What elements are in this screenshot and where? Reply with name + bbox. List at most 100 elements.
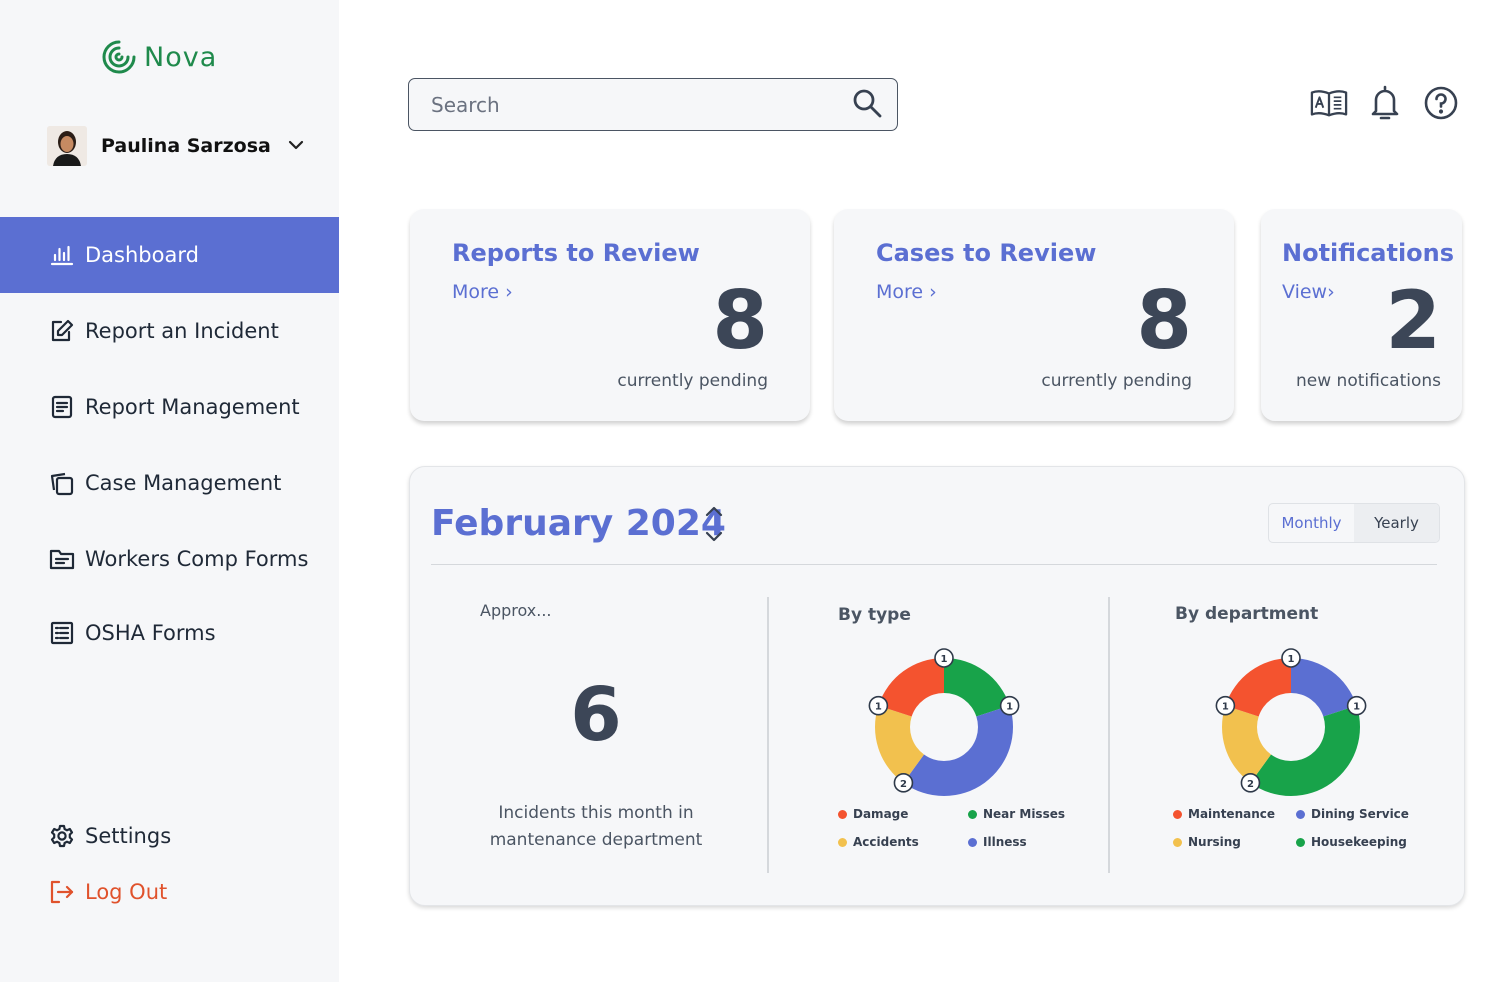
legend-item: Near Misses (968, 807, 1078, 821)
logout-button[interactable]: Log Out (49, 872, 171, 912)
legend-item: Nursing (1173, 835, 1296, 849)
sidebar-item-osha-forms[interactable]: OSHA Forms (0, 597, 339, 669)
sidebar-item-report-incident[interactable]: Report an Incident (0, 293, 339, 369)
sidebar-item-label: Case Management (85, 471, 282, 495)
legend-label: Housekeeping (1311, 835, 1407, 849)
legend-label: Illness (983, 835, 1027, 849)
legend-item: Illness (968, 835, 1078, 849)
card-title: Reports to Review (452, 239, 700, 267)
user-menu[interactable]: Paulina Sarzosa (47, 126, 304, 166)
by-department-donut-chart: 1 2 1 1 (1215, 648, 1367, 796)
reports-to-review-card: Reports to Review More › 8 currently pen… (410, 209, 810, 421)
legend-label: Maintenance (1188, 807, 1276, 821)
notifications-count: 2 (1385, 274, 1441, 367)
column-divider (767, 597, 769, 873)
card-subtitle: currently pending (1041, 371, 1192, 391)
cases-count: 8 (1136, 274, 1192, 367)
notifications-view-link[interactable]: View› (1282, 281, 1335, 303)
sidebar-item-label: Dashboard (85, 243, 199, 267)
app-name: Nova (144, 41, 218, 73)
legend-dot (1173, 837, 1182, 847)
card-subtitle: currently pending (617, 371, 768, 391)
document-icon (49, 394, 75, 420)
card-subtitle: new notifications (1296, 371, 1441, 391)
avatar (47, 126, 87, 166)
by-type-legend: Damage Near Misses Accidents Illness (838, 807, 1078, 849)
chevron-down-icon[interactable] (287, 136, 305, 158)
column-divider (1108, 597, 1110, 873)
donut-slice-maintenance[interactable] (1225, 658, 1291, 717)
donut-slice-near-misses[interactable] (944, 658, 1010, 717)
legend-dot (968, 837, 977, 847)
logout-icon (49, 879, 75, 905)
donut-slice-illness[interactable] (903, 705, 1013, 796)
panel-divider (431, 564, 1437, 565)
sort-arrows-icon[interactable] (703, 505, 725, 549)
sidebar-item-label: Report Management (85, 395, 300, 419)
legend-item: Housekeeping (1296, 835, 1416, 849)
data-label: 2 (900, 779, 907, 790)
folder-icon (49, 546, 75, 572)
sidebar-bottom: Settings Log Out (49, 816, 171, 928)
legend-dot (838, 837, 847, 847)
bar-chart-icon (49, 242, 75, 268)
settings-button[interactable]: Settings (49, 816, 171, 856)
legend-dot (1296, 809, 1305, 819)
sidebar-item-workers-comp[interactable]: Workers Comp Forms (0, 521, 339, 597)
card-title: Cases to Review (876, 239, 1097, 267)
legend-item: Accidents (838, 835, 968, 849)
donut-slice-dining-service[interactable] (1291, 658, 1357, 717)
settings-label: Settings (85, 824, 172, 848)
search-input[interactable] (431, 92, 851, 117)
month-title: February 2024 (431, 503, 726, 544)
search-bar[interactable] (408, 78, 898, 131)
sidebar-item-case-management[interactable]: Case Management (0, 445, 339, 521)
legend-item: Damage (838, 807, 968, 821)
help-icon[interactable] (1422, 84, 1460, 122)
notifications-card: Notifications View› 2 new notifications (1261, 209, 1462, 421)
by-type-donut-chart: 1 2 1 1 (868, 648, 1020, 796)
legend-label: Nursing (1188, 835, 1241, 849)
legend-label: Accidents (853, 835, 919, 849)
legend-label: Damage (853, 807, 909, 821)
sidebar-item-label: Report an Incident (85, 319, 279, 343)
donut-slice-housekeeping[interactable] (1250, 705, 1360, 796)
nova-logo-icon (102, 40, 136, 74)
sidebar-item-dashboard[interactable]: Dashboard (0, 217, 339, 293)
legend-item: Dining Service (1296, 807, 1416, 821)
chart-title: By department (1175, 604, 1319, 624)
cases-more-link[interactable]: More › (876, 281, 937, 303)
sidebar-nav: Dashboard Report an Incident Report Mana… (0, 217, 339, 669)
search-icon[interactable] (851, 87, 883, 123)
legend-dot (838, 809, 847, 819)
data-label: 1 (1288, 654, 1295, 665)
donut-slice-damage[interactable] (878, 658, 944, 717)
sidebar-item-label: Workers Comp Forms (85, 547, 309, 571)
incident-count: 6 (570, 672, 622, 758)
card-title: Notifications (1282, 239, 1455, 267)
edit-icon (49, 318, 75, 344)
incident-caption: Incidents this month in mantenance depar… (489, 803, 703, 850)
data-label: 2 (1247, 779, 1254, 790)
period-toggle: Monthly Yearly (1268, 503, 1440, 543)
legend-dot (968, 809, 977, 819)
book-icon[interactable] (1310, 84, 1348, 122)
sidebar-item-report-management[interactable]: Report Management (0, 369, 339, 445)
copy-icon (49, 470, 75, 496)
user-name: Paulina Sarzosa (101, 135, 271, 157)
sidebar: Nova Paulina Sarzosa Dashboard Report an… (0, 0, 339, 982)
list-icon (49, 620, 75, 646)
app-logo[interactable]: Nova (100, 38, 217, 76)
data-label: 1 (1006, 702, 1013, 713)
bell-icon[interactable] (1366, 84, 1404, 122)
monthly-summary-panel: February 2024 Monthly Yearly Approx... 6… (409, 466, 1465, 906)
reports-more-link[interactable]: More › (452, 281, 513, 303)
header-actions (1310, 84, 1460, 122)
legend-dot (1173, 809, 1182, 819)
legend-label: Near Misses (983, 807, 1065, 821)
legend-item: Maintenance (1173, 807, 1296, 821)
legend-label: Dining Service (1311, 807, 1409, 821)
monthly-toggle-button[interactable]: Monthly (1269, 504, 1354, 542)
yearly-toggle-button[interactable]: Yearly (1354, 504, 1439, 542)
reports-count: 8 (712, 274, 768, 367)
